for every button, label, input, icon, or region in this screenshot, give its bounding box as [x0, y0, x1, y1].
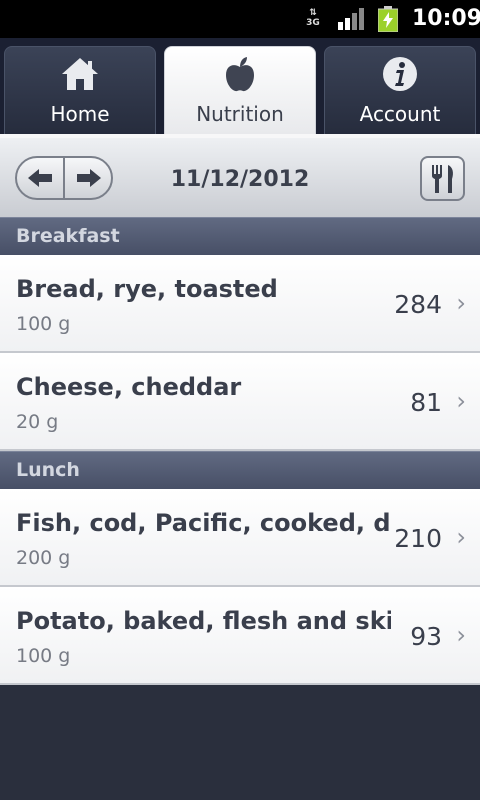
- food-calories: 81: [410, 388, 442, 417]
- tab-account-label: Account: [359, 102, 441, 126]
- current-date: 11/12/2012: [170, 167, 310, 192]
- food-row[interactable]: Bread, rye, toasted 100 g 284 ›: [0, 255, 480, 353]
- chevron-right-icon: ›: [456, 621, 466, 649]
- section-header-lunch: Lunch: [0, 451, 480, 489]
- network-indicator: ⇅ 3G: [306, 8, 320, 28]
- arrow-left-icon: [28, 169, 52, 187]
- chevron-right-icon: ›: [456, 387, 466, 415]
- food-row[interactable]: Fish, cod, Pacific, cooked, dry 200 g 21…: [0, 489, 480, 587]
- food-quantity: 200 g: [16, 547, 71, 569]
- tab-nutrition[interactable]: Nutrition: [164, 46, 316, 134]
- next-day-button[interactable]: [65, 158, 111, 198]
- tab-nutrition-label: Nutrition: [196, 102, 284, 126]
- chevron-right-icon: ›: [456, 289, 466, 317]
- date-toolbar: 11/12/2012: [0, 134, 480, 218]
- meal-button[interactable]: [420, 156, 465, 201]
- food-calories: 93: [410, 622, 442, 651]
- tab-home[interactable]: Home: [4, 46, 156, 134]
- tab-account[interactable]: Account: [324, 46, 476, 134]
- food-row[interactable]: Cheese, cheddar 20 g 81 ›: [0, 353, 480, 451]
- arrow-right-icon: [77, 169, 101, 187]
- food-name: Fish, cod, Pacific, cooked, dry: [16, 509, 391, 537]
- food-name: Potato, baked, flesh and skin, w: [16, 607, 391, 635]
- food-calories: 210: [394, 524, 442, 553]
- date-navigation: [15, 156, 113, 200]
- tab-bar: Home Nutrition Account: [0, 38, 480, 134]
- food-quantity: 100 g: [16, 313, 71, 335]
- status-bar: ⇅ 3G 10:09: [0, 0, 480, 38]
- previous-day-button[interactable]: [17, 158, 65, 198]
- fork-knife-icon: [431, 164, 453, 193]
- food-name: Bread, rye, toasted: [16, 275, 278, 303]
- food-quantity: 20 g: [16, 411, 59, 433]
- chevron-right-icon: ›: [456, 523, 466, 551]
- info-icon: [383, 57, 417, 91]
- food-row[interactable]: Potato, baked, flesh and skin, w 100 g 9…: [0, 587, 480, 685]
- apple-icon: [226, 57, 254, 92]
- status-time: 10:09: [412, 6, 480, 31]
- tab-home-label: Home: [50, 102, 110, 126]
- home-icon: [62, 58, 98, 90]
- signal-icon: [338, 8, 364, 30]
- section-header-breakfast: Breakfast: [0, 217, 480, 255]
- food-quantity: 100 g: [16, 645, 71, 667]
- food-name: Cheese, cheddar: [16, 373, 242, 401]
- food-calories: 284: [394, 290, 442, 319]
- battery-charging-icon: [378, 6, 398, 32]
